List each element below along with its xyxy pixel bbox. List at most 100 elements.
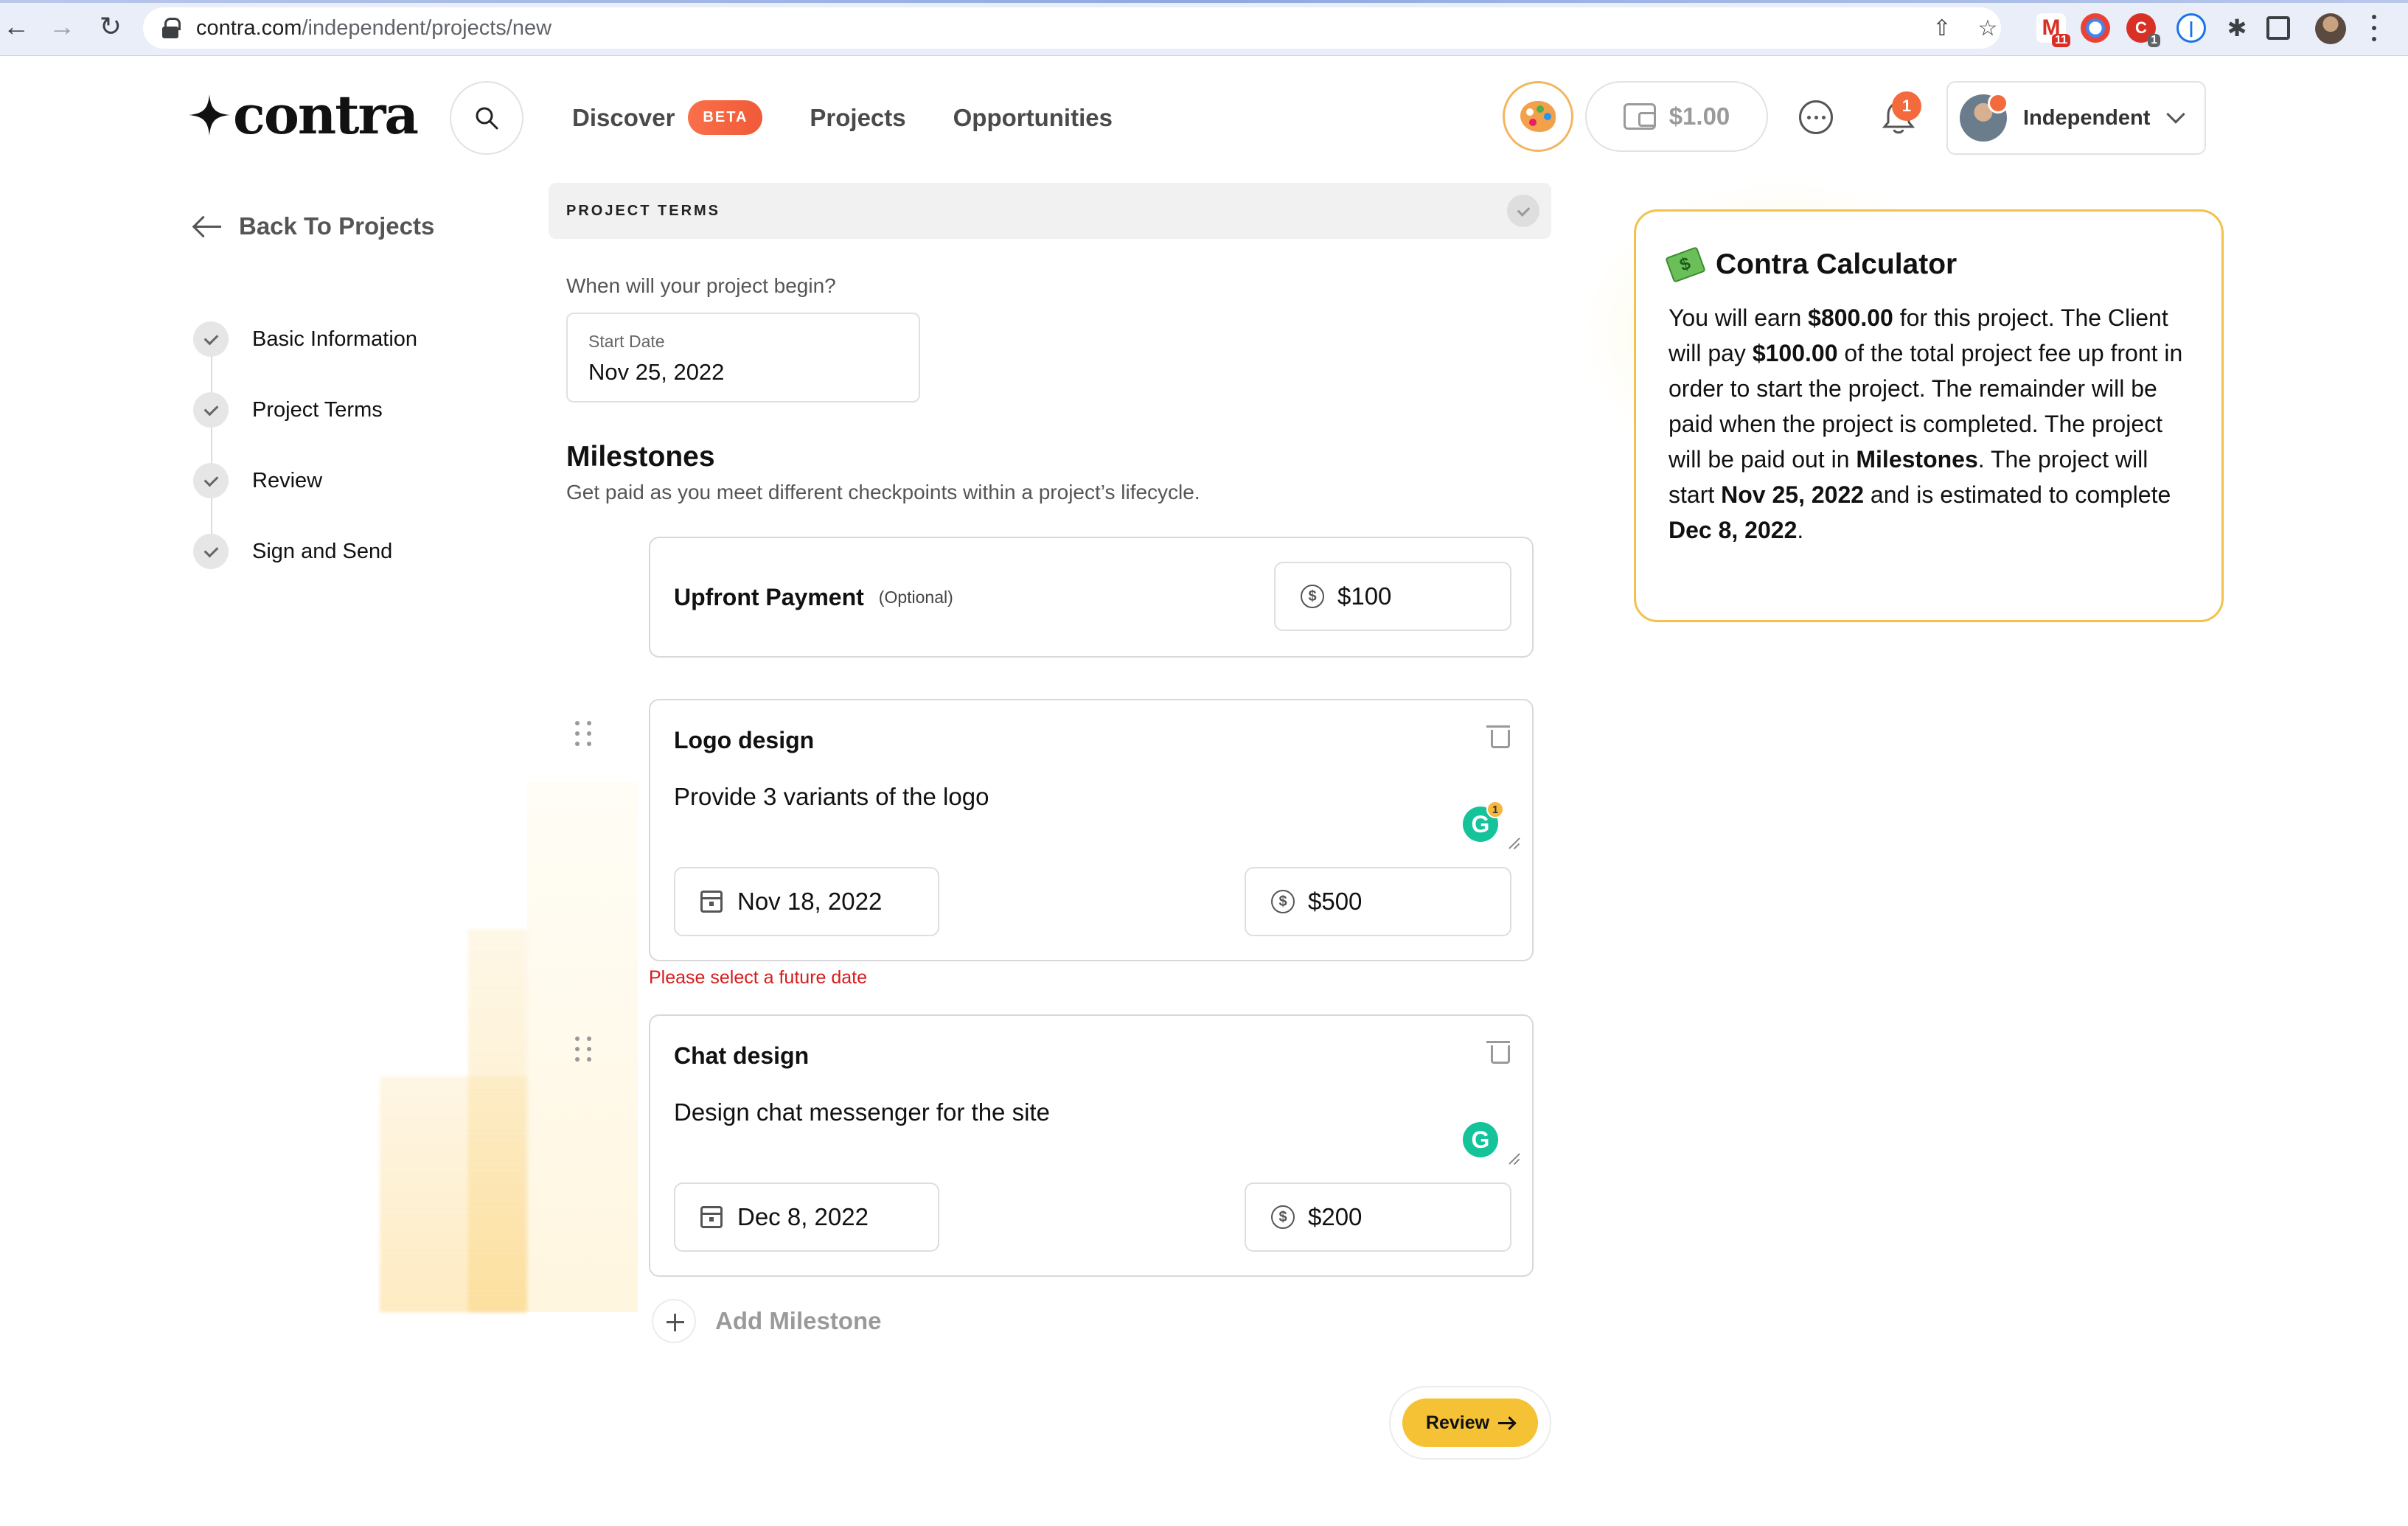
money-with-wings-icon xyxy=(1665,246,1706,283)
chevron-down-icon xyxy=(2166,105,2186,124)
back-to-projects-link[interactable]: Back To Projects xyxy=(193,212,434,240)
calculator-summary: You will earn $800.00 for this project. … xyxy=(1668,300,2189,548)
grammarly-icon[interactable]: G xyxy=(1463,1122,1498,1157)
calculator-title: Contra Calculator xyxy=(1716,248,1958,280)
password-manager-icon[interactable]: | xyxy=(2176,13,2206,43)
check-icon xyxy=(193,392,229,428)
plus-icon xyxy=(652,1299,696,1343)
account-menu-button[interactable]: Independent xyxy=(1946,81,2206,155)
upfront-payment-card: Upfront Payment (Optional) $ $100 xyxy=(649,537,1534,658)
red-extension-icon[interactable]: C1 xyxy=(2126,13,2160,47)
review-button[interactable]: Review xyxy=(1402,1398,1538,1447)
dollar-icon: $ xyxy=(1271,1205,1295,1229)
check-icon xyxy=(193,463,229,498)
calc-payout-type: Milestones xyxy=(1856,446,1978,473)
notification-badge: 1 xyxy=(1892,91,1921,121)
milestone-card: Chat design Design chat messenger for th… xyxy=(649,1014,1534,1277)
top-navigation: Discover BETA Projects Opportunities xyxy=(572,100,1113,135)
back-link-label: Back To Projects xyxy=(239,212,435,240)
back-arrow-icon[interactable]: ← xyxy=(0,10,32,43)
optional-label: (Optional) xyxy=(878,587,953,607)
add-milestone-button[interactable]: Add Milestone xyxy=(652,1299,882,1343)
lock-icon xyxy=(162,18,181,38)
wallet-balance: $1.00 xyxy=(1668,102,1730,130)
section-title: PROJECT TERMS xyxy=(566,202,721,219)
avatar xyxy=(1960,93,2008,142)
contra-calculator-card: Contra Calculator You will earn $800.00 … xyxy=(1634,209,2224,622)
address-bar[interactable]: contra.com/independent/projects/new xyxy=(143,7,2001,49)
milestones-subtitle: Get paid as you meet different checkpoin… xyxy=(566,481,1200,504)
start-date-field[interactable]: Start Date Nov 25, 2022 xyxy=(566,313,920,403)
nav-projects[interactable]: Projects xyxy=(810,104,905,132)
calendar-icon xyxy=(700,891,723,913)
dollar-icon: $ xyxy=(1301,585,1324,608)
step-basic-information[interactable]: Basic Information xyxy=(193,304,417,374)
trash-icon[interactable] xyxy=(1486,1038,1510,1064)
reload-icon[interactable]: ↻ xyxy=(94,10,127,43)
forward-arrow-icon[interactable]: → xyxy=(46,10,78,43)
start-date-value: Nov 25, 2022 xyxy=(588,359,725,385)
milestone-name[interactable]: Logo design xyxy=(674,727,814,754)
messages-icon[interactable] xyxy=(1799,100,1833,134)
grammarly-icon[interactable]: G1 xyxy=(1463,801,1504,842)
share-icon[interactable]: ⇧ xyxy=(1929,15,1955,41)
gmail-extension-icon[interactable]: M 11 xyxy=(2036,13,2070,47)
milestone-date: Dec 8, 2022 xyxy=(737,1203,869,1230)
contra-logo[interactable]: contra xyxy=(189,88,419,142)
project-terms-header[interactable]: PROJECT TERMS xyxy=(549,183,1551,239)
grammarly-badge: 1 xyxy=(1486,801,1504,818)
beta-badge: BETA xyxy=(688,100,763,135)
start-date-label: Start Date xyxy=(588,332,665,351)
browser-profile-avatar[interactable] xyxy=(2315,13,2346,44)
start-question: When will your project begin? xyxy=(566,274,836,297)
chrome-extension-icon[interactable] xyxy=(2081,13,2110,43)
drag-handle-icon[interactable] xyxy=(575,721,593,748)
milestone-description[interactable]: Provide 3 variants of the logo xyxy=(674,783,989,811)
resize-handle-icon[interactable] xyxy=(1507,837,1519,849)
step-label: Basic Information xyxy=(252,327,418,351)
url-text: contra.com/independent/projects/new xyxy=(196,16,551,41)
step-project-terms[interactable]: Project Terms xyxy=(193,374,417,445)
milestone-amount-input[interactable]: $ $500 xyxy=(1245,867,1511,936)
resize-handle-icon[interactable] xyxy=(1507,1153,1519,1165)
review-button-label: Review xyxy=(1425,1412,1490,1433)
milestone-date-picker[interactable]: Nov 18, 2022 xyxy=(674,867,939,936)
calc-end-date: Dec 8, 2022 xyxy=(1668,517,1798,543)
step-sign-and-send[interactable]: Sign and Send xyxy=(193,516,417,587)
upfront-payment-label: Upfront Payment xyxy=(674,583,864,610)
wallet-button[interactable]: $1.00 xyxy=(1585,81,1768,152)
puzzle-extensions-icon[interactable]: ✱ xyxy=(2222,13,2252,43)
bookmark-star-icon[interactable]: ☆ xyxy=(1974,15,2001,41)
gmail-badge: 11 xyxy=(2052,34,2070,47)
wallet-icon xyxy=(1623,103,1656,130)
calendar-icon xyxy=(700,1206,723,1228)
theme-palette-button[interactable] xyxy=(1503,81,1573,152)
step-label: Sign and Send xyxy=(252,539,393,563)
milestone-description[interactable]: Design chat messenger for the site xyxy=(674,1098,1050,1126)
step-review[interactable]: Review xyxy=(193,445,417,516)
upfront-amount-value: $100 xyxy=(1337,582,1392,610)
add-milestone-label: Add Milestone xyxy=(715,1307,882,1334)
side-panel-icon[interactable] xyxy=(2266,16,2290,40)
url-path: /independent/projects/new xyxy=(302,15,552,40)
calc-text: . xyxy=(1797,517,1804,543)
browser-menu-icon[interactable] xyxy=(2367,12,2381,44)
milestone-date-picker[interactable]: Dec 8, 2022 xyxy=(674,1182,939,1252)
arrow-left-icon xyxy=(193,215,223,237)
search-button[interactable] xyxy=(450,81,523,155)
upfront-amount-input[interactable]: $ $100 xyxy=(1274,562,1511,631)
nav-opportunities[interactable]: Opportunities xyxy=(953,104,1113,132)
milestone-card: Logo design Provide 3 variants of the lo… xyxy=(649,699,1534,961)
nav-discover[interactable]: Discover xyxy=(572,104,675,132)
calc-text: You will earn xyxy=(1668,304,1809,331)
drag-handle-icon[interactable] xyxy=(575,1037,593,1063)
account-name: Independent xyxy=(2023,105,2151,130)
calc-text: and is estimated to complete xyxy=(1864,481,2171,508)
milestone-amount: $500 xyxy=(1308,888,1363,915)
milestone-name[interactable]: Chat design xyxy=(674,1042,809,1070)
contra-star-icon xyxy=(189,94,230,136)
trash-icon[interactable] xyxy=(1486,722,1510,748)
palette-icon xyxy=(1520,101,1556,132)
progress-steps: Basic Information Project Terms Review S… xyxy=(193,304,417,587)
milestone-amount-input[interactable]: $ $200 xyxy=(1245,1182,1511,1252)
